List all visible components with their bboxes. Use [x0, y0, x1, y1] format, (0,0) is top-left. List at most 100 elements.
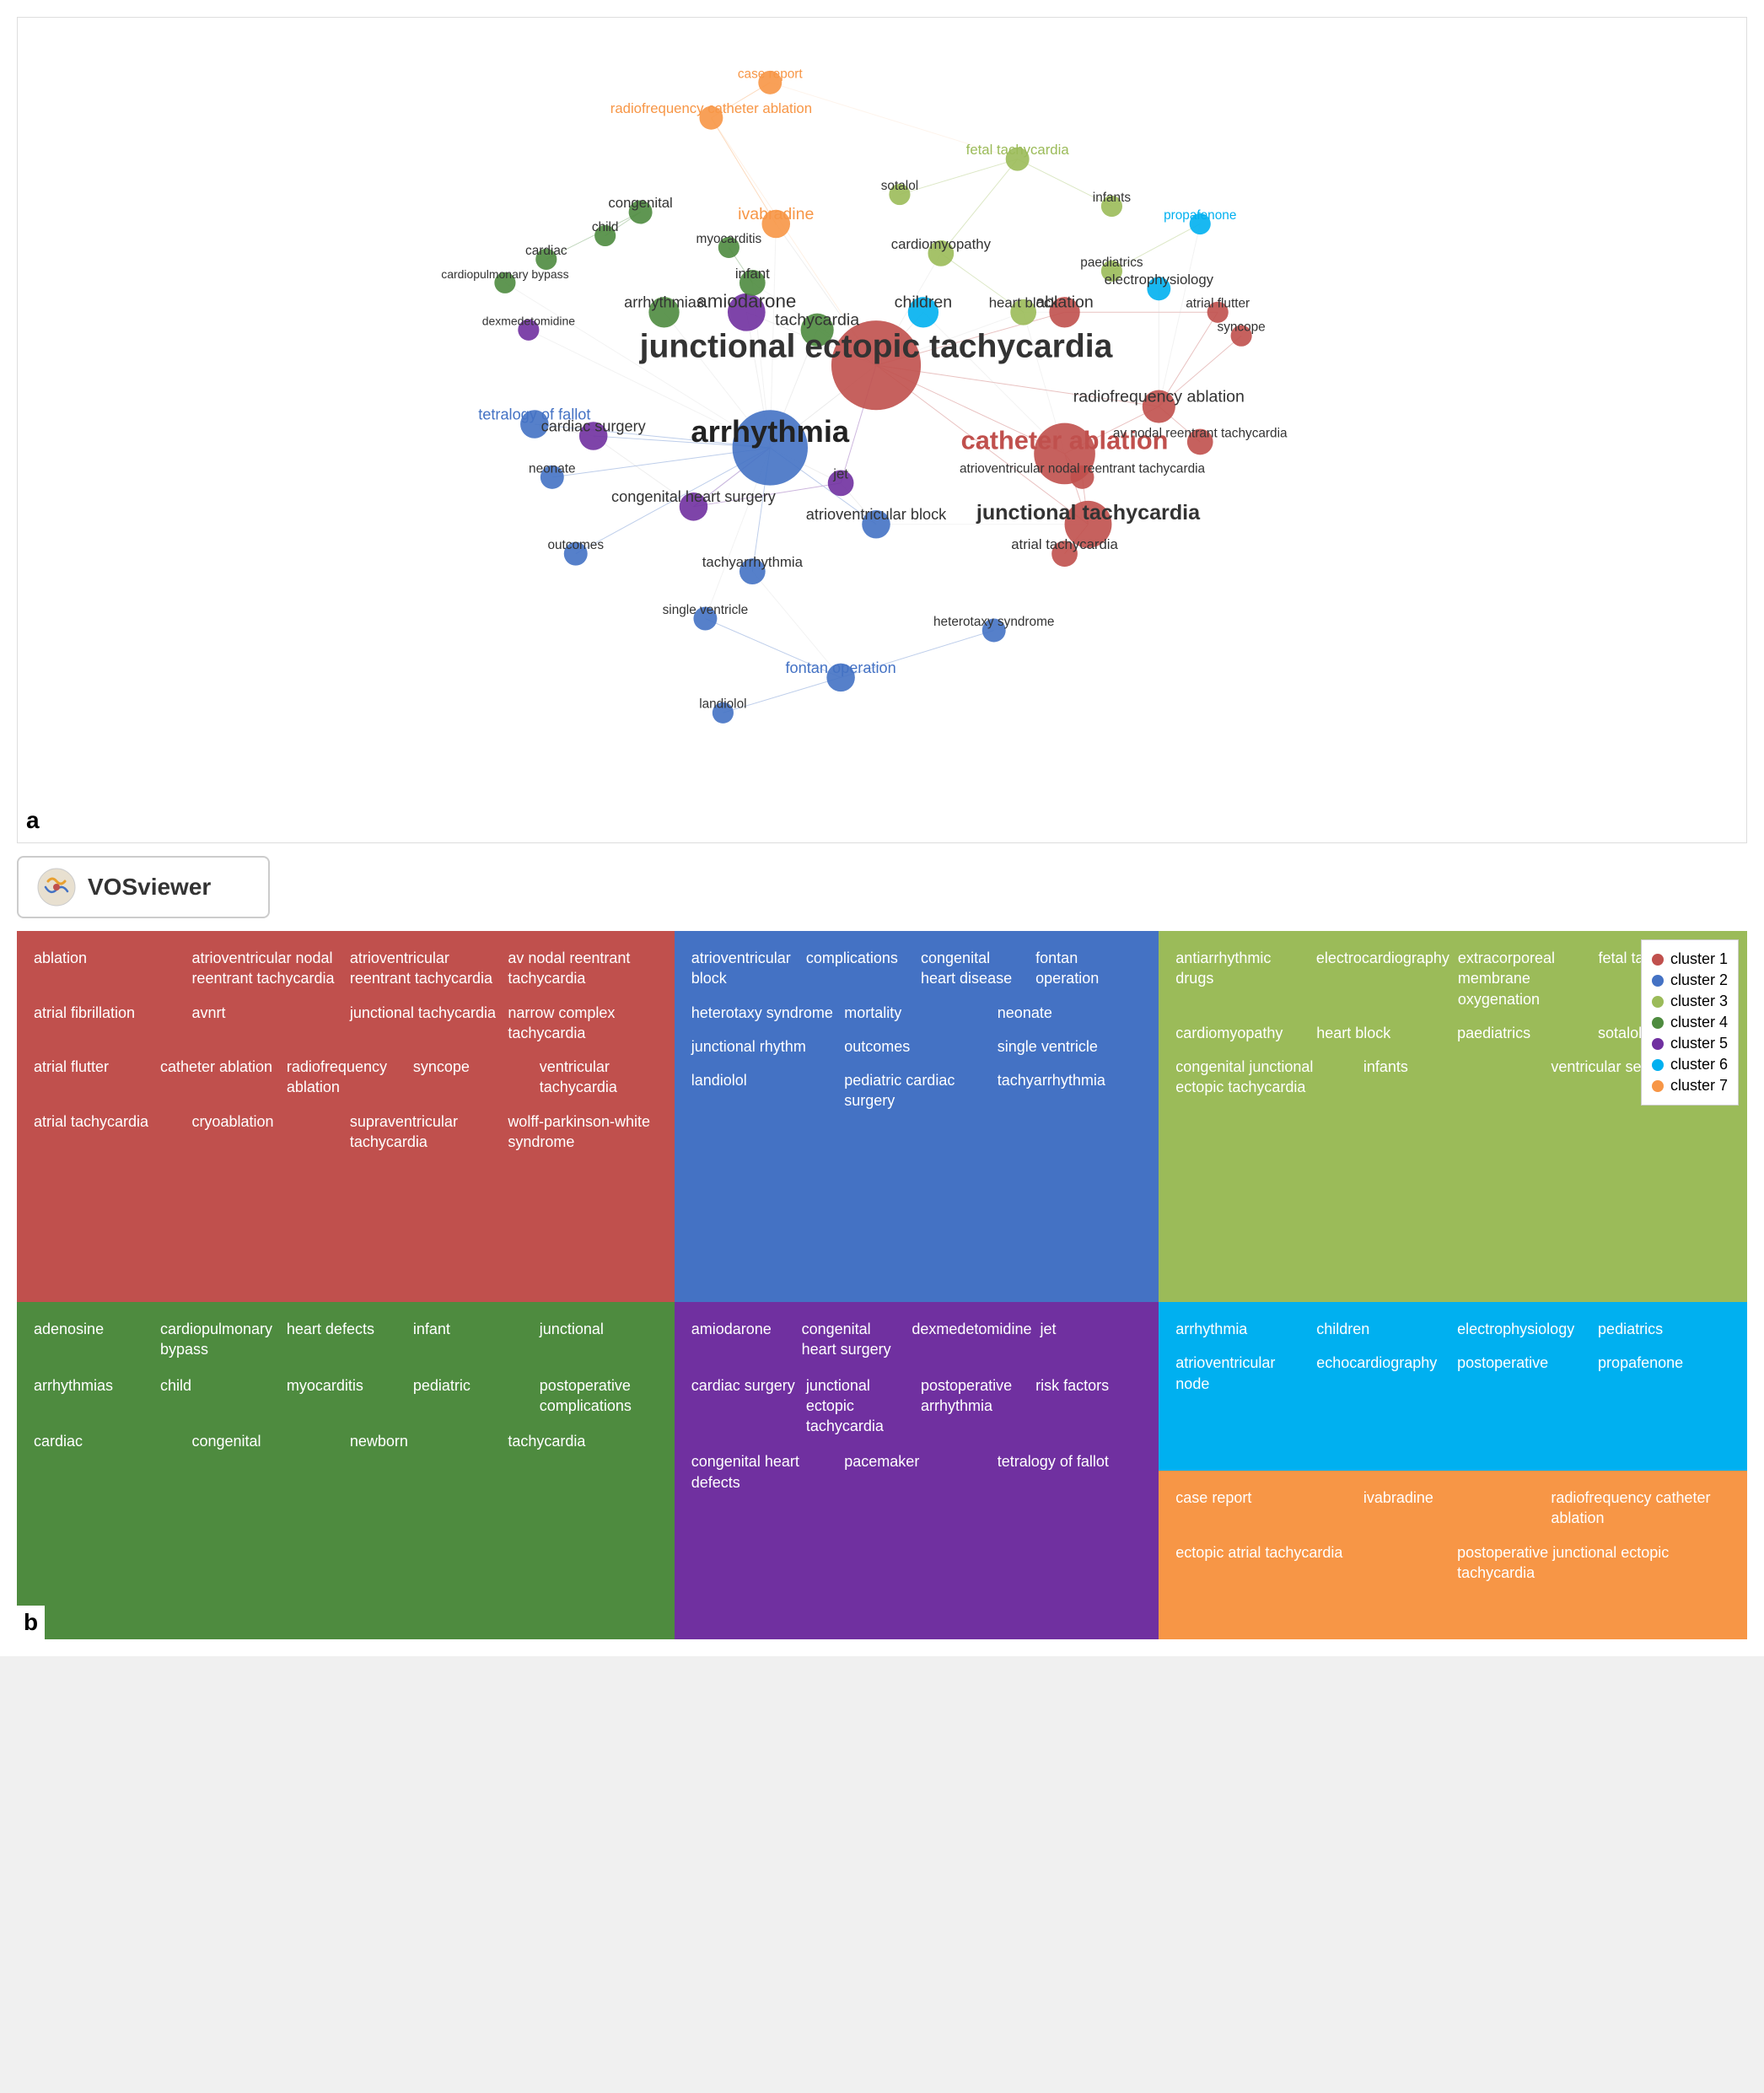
legend-label-1: cluster 1: [1670, 950, 1728, 968]
svg-text:junctional ectopic tachycardia: junctional ectopic tachycardia: [639, 328, 1113, 364]
cluster-red: ablation atrioventricular nodal reentran…: [17, 931, 675, 1302]
svg-text:ivabradine: ivabradine: [738, 205, 814, 223]
term-cell: congenital heart surgery: [800, 1317, 906, 1362]
figure-label-b: b: [17, 1606, 45, 1639]
legend-item-1: cluster 1: [1652, 950, 1728, 968]
svg-text:tachycardia: tachycardia: [775, 311, 859, 330]
term-cell: postoperative arrhythmia: [919, 1374, 1029, 1439]
svg-text:arrhythmia: arrhythmia: [691, 414, 849, 449]
cluster-row-top: ablation atrioventricular nodal reentran…: [17, 931, 1747, 1302]
legend-label-7: cluster 7: [1670, 1077, 1728, 1095]
term-cell: jet: [1038, 1317, 1143, 1362]
term-cell: heart defects: [285, 1317, 406, 1362]
term-cell: radiofrequency catheter ablation: [1549, 1486, 1732, 1531]
legend-item-4: cluster 4: [1652, 1014, 1728, 1031]
svg-text:child: child: [592, 220, 619, 234]
svg-text:radiofrequency catheter ablati: radiofrequency catheter ablation: [610, 100, 812, 116]
term-cell: mortality: [842, 1001, 991, 1025]
cluster-legend: cluster 1 cluster 2 cluster 3 cluster 4 …: [1641, 939, 1739, 1106]
svg-text:case report: case report: [738, 67, 804, 81]
svg-text:dexmedetomidine: dexmedetomidine: [482, 315, 575, 328]
legend-dot-5: [1652, 1038, 1664, 1050]
legend-label-4: cluster 4: [1670, 1014, 1728, 1031]
svg-text:atrial tachycardia: atrial tachycardia: [1011, 536, 1118, 552]
legend-dot-3: [1652, 996, 1664, 1008]
term-cell: tetralogy of fallot: [996, 1450, 1144, 1494]
svg-text:arrhythmias: arrhythmias: [624, 294, 704, 311]
term-cell: atrioventricular nodal reentrant tachyca…: [190, 946, 342, 991]
svg-text:atrioventricular block: atrioventricular block: [806, 506, 947, 523]
svg-text:neonate: neonate: [529, 461, 576, 476]
term-cell: pacemaker: [842, 1450, 991, 1494]
term-cell: radiofrequency ablation: [285, 1055, 406, 1100]
cluster-orange: case report ivabradine radiofrequency ca…: [1159, 1471, 1747, 1639]
term-cell: dexmedetomidine: [910, 1317, 1033, 1362]
term-cell: antiarrhythmic drugs: [1174, 946, 1310, 1011]
term-cell: junctional tachycardia: [348, 1001, 501, 1046]
term-cell: wolff-parkinson-white syndrome: [506, 1110, 659, 1154]
term-cell: junctional ectopic tachycardia: [804, 1374, 914, 1439]
term-cell: landiolol: [690, 1068, 838, 1113]
svg-text:jet: jet: [832, 465, 848, 482]
term-cell: electrocardiography: [1315, 946, 1451, 1011]
term-cell: complications: [804, 946, 914, 991]
svg-text:tetralogy of fallot: tetralogy of fallot: [478, 406, 590, 422]
svg-text:fontan operation: fontan operation: [785, 659, 895, 676]
legend-item-5: cluster 5: [1652, 1035, 1728, 1052]
term-cell: congenital: [190, 1429, 342, 1453]
term-cell: extracorporeal membrane oxygenation: [1456, 946, 1592, 1011]
term-cell: catheter ablation: [159, 1055, 280, 1100]
term-cell: ivabradine: [1362, 1486, 1545, 1531]
figure-label-a: a: [26, 807, 40, 834]
term-cell: pediatric: [411, 1374, 533, 1418]
svg-text:heart block: heart block: [989, 295, 1059, 311]
term-cell: cardiac: [32, 1429, 185, 1453]
svg-text:atrial flutter: atrial flutter: [1186, 297, 1250, 311]
term-cell: ablation: [32, 946, 185, 991]
svg-text:tachyarrhythmia: tachyarrhythmia: [702, 554, 804, 570]
legend-item-2: cluster 2: [1652, 971, 1728, 989]
term-cell: atrioventricular reentrant tachycardia: [348, 946, 501, 991]
term-cell: fontan operation: [1034, 946, 1143, 991]
term-cell: cardiac surgery: [690, 1374, 799, 1439]
cluster-row-bottom: adenosine cardiopulmonary bypass heart d…: [17, 1302, 1747, 1639]
legend-item-6: cluster 6: [1652, 1056, 1728, 1073]
svg-text:children: children: [895, 293, 952, 312]
term-cell: ectopic atrial tachycardia: [1174, 1541, 1450, 1585]
term-cell: children: [1315, 1317, 1450, 1341]
svg-text:myocarditis: myocarditis: [696, 232, 762, 246]
term-cell: atrial tachycardia: [32, 1110, 185, 1154]
term-cell: child: [159, 1374, 280, 1418]
vosviewer-logo-bar: VOSviewer: [17, 856, 270, 918]
cluster-green: adenosine cardiopulmonary bypass heart d…: [17, 1302, 675, 1639]
svg-text:infants: infants: [1093, 191, 1132, 205]
term-cell: heart block: [1315, 1021, 1450, 1045]
term-cell: propafenone: [1596, 1351, 1732, 1396]
term-cell: paediatrics: [1455, 1021, 1591, 1045]
svg-text:cardiac: cardiac: [525, 244, 567, 258]
svg-text:infant: infant: [735, 266, 770, 282]
term-cell: pediatrics: [1596, 1317, 1732, 1341]
cluster-cyan: arrhythmia children electrophysiology pe…: [1159, 1302, 1747, 1471]
term-cell: atrial fibrillation: [32, 1001, 185, 1046]
legend-label-5: cluster 5: [1670, 1035, 1728, 1052]
legend-label-3: cluster 3: [1670, 993, 1728, 1010]
term-cell: single ventricle: [996, 1035, 1144, 1058]
term-cell: atrial flutter: [32, 1055, 153, 1100]
term-cell: cryoablation: [190, 1110, 342, 1154]
term-cell: postoperative complications: [538, 1374, 659, 1418]
term-cell: newborn: [348, 1429, 501, 1453]
term-cell: adenosine: [32, 1317, 153, 1362]
legend-item-7: cluster 7: [1652, 1077, 1728, 1095]
term-cell: heterotaxy syndrome: [690, 1001, 838, 1025]
svg-text:electrophysiology: electrophysiology: [1105, 272, 1214, 288]
term-cell: neonate: [996, 1001, 1144, 1025]
svg-text:cardiomyopathy: cardiomyopathy: [891, 236, 992, 252]
legend-label-6: cluster 6: [1670, 1056, 1728, 1073]
svg-text:landiolol: landiolol: [699, 697, 746, 712]
legend-item-3: cluster 3: [1652, 993, 1728, 1010]
term-cell: infant: [411, 1317, 533, 1362]
term-cell: supraventricular tachycardia: [348, 1110, 501, 1154]
term-cell: postoperative: [1455, 1351, 1591, 1396]
svg-text:radiofrequency ablation: radiofrequency ablation: [1073, 387, 1245, 406]
